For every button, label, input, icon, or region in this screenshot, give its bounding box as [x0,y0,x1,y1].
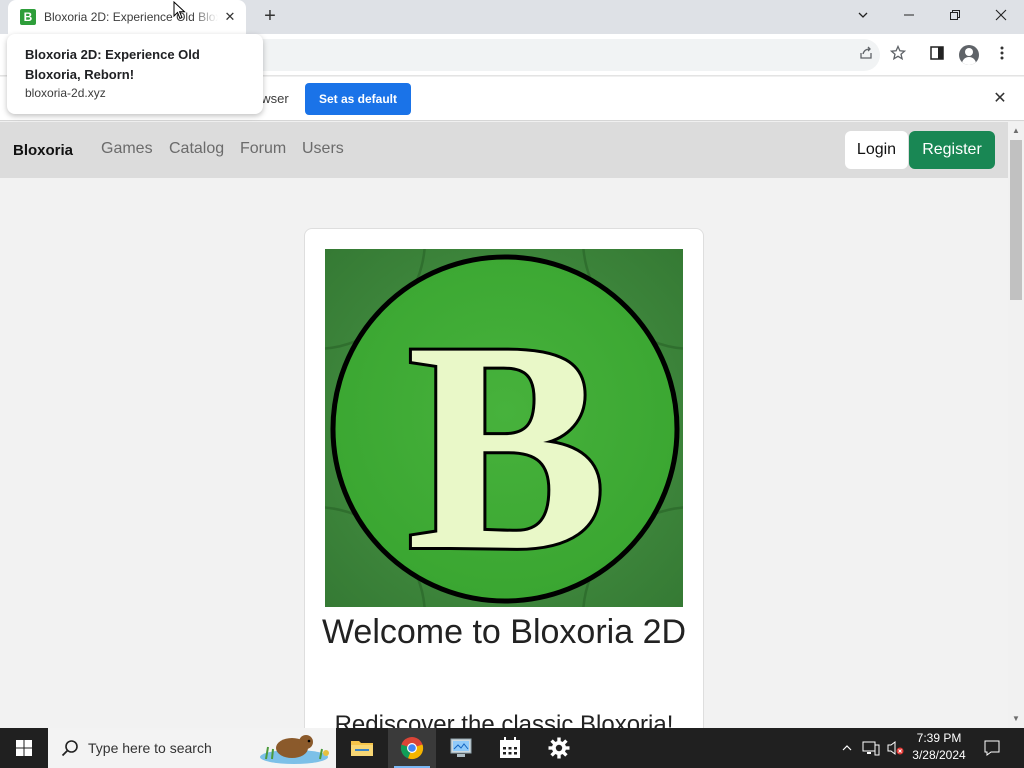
site-favicon-icon: B [20,9,36,25]
address-bar[interactable] [200,39,880,71]
minimize-icon [904,14,914,16]
tab-strip: B Bloxoria 2D: Experience Old Bloxoria, … [0,0,1024,34]
gear-icon [548,737,570,759]
minimize-button[interactable] [886,0,932,30]
taskbar-calendar[interactable] [486,728,534,768]
network-icon [862,741,880,756]
page-scrollbar[interactable]: ▲ ▼ [1008,122,1024,728]
register-button[interactable]: Register [909,131,995,169]
scrollbar-thumb[interactable] [1010,140,1022,300]
tab-hover-card: Bloxoria 2D: Experience Old Bloxoria, Re… [7,34,263,114]
side-panel-icon[interactable] [927,45,947,65]
search-placeholder: Type here to search [88,740,212,756]
network-status[interactable] [860,728,882,768]
browser-tab[interactable]: B Bloxoria 2D: Experience Old Bloxoria, … [8,0,246,34]
notification-center[interactable] [980,728,1004,768]
nav-link-users[interactable]: Users [302,140,344,158]
mouse-cursor-icon [173,1,186,20]
profile-avatar-icon[interactable] [959,45,979,65]
site-navbar: Bloxoria Games Catalog Forum Users Login… [0,122,1008,178]
nav-link-catalog[interactable]: Catalog [169,140,224,158]
menu-kebab-icon[interactable] [992,45,1012,65]
chevron-up-icon [842,745,852,751]
taskbar-app-monitor[interactable] [437,728,485,768]
search-icon [61,740,78,757]
show-hidden-icons[interactable] [838,728,856,768]
page-viewport: Bloxoria Games Catalog Forum Users Login… [0,122,1024,728]
volume-status[interactable] [884,728,906,768]
restore-icon [950,10,960,20]
tab-close-icon[interactable]: ✕ [222,9,238,25]
windows-logo-icon [16,740,32,756]
windows-taskbar: Type here to search 7:39 PM 3/28/2024 [0,728,1024,768]
scroll-down-icon[interactable]: ▼ [1012,715,1020,723]
bookmark-star-icon[interactable] [888,44,908,65]
clock-date: 3/28/2024 [912,748,966,762]
welcome-card: B Welcome to Bloxoria 2D Rediscover the … [203,127,805,728]
hover-card-url: bloxoria-2d.xyz [25,86,106,100]
hover-card-title: Bloxoria 2D: Experience Old Bloxoria, Re… [25,47,200,82]
taskbar-clock[interactable]: 7:39 PM 3/28/2024 [904,730,974,764]
chrome-icon [400,737,424,760]
welcome-subtitle: Rediscover the classic Bloxoria! [334,711,674,728]
tab-title: Bloxoria 2D: Experience Old Bloxoria, Re… [44,10,218,24]
tab-search-button[interactable] [840,0,886,30]
login-button[interactable]: Login [845,131,908,169]
nav-link-games[interactable]: Games [101,140,153,158]
chevron-down-icon [858,12,868,18]
folder-icon [351,741,373,756]
welcome-heading: Welcome to Bloxoria 2D [321,613,687,651]
monitor-icon [450,738,472,757]
scroll-up-icon[interactable]: ▲ [1012,127,1020,135]
calendar-icon [500,737,520,758]
logo-letter: B [407,280,607,607]
taskbar-settings[interactable] [535,728,583,768]
taskbar-file-explorer[interactable] [338,728,386,768]
bloxoria-logo: B [203,127,805,728]
infobar-close-icon[interactable]: ✕ [990,89,1010,109]
notification-icon [984,740,1000,756]
taskbar-search-box[interactable]: Type here to search [48,728,336,768]
volume-muted-icon [887,741,904,755]
start-button[interactable] [0,728,48,768]
search-highlight-icon [260,735,329,764]
set-as-default-button[interactable]: Set as default [305,83,411,115]
new-tab-button[interactable]: + [258,6,282,28]
clock-time: 7:39 PM [916,731,962,745]
window-close-button[interactable] [978,0,1024,30]
close-icon [995,9,1007,21]
site-brand[interactable]: Bloxoria [13,142,73,159]
taskbar-chrome[interactable] [388,728,436,768]
restore-button[interactable] [932,0,978,30]
nav-link-forum[interactable]: Forum [240,140,286,158]
share-icon[interactable] [856,45,876,65]
